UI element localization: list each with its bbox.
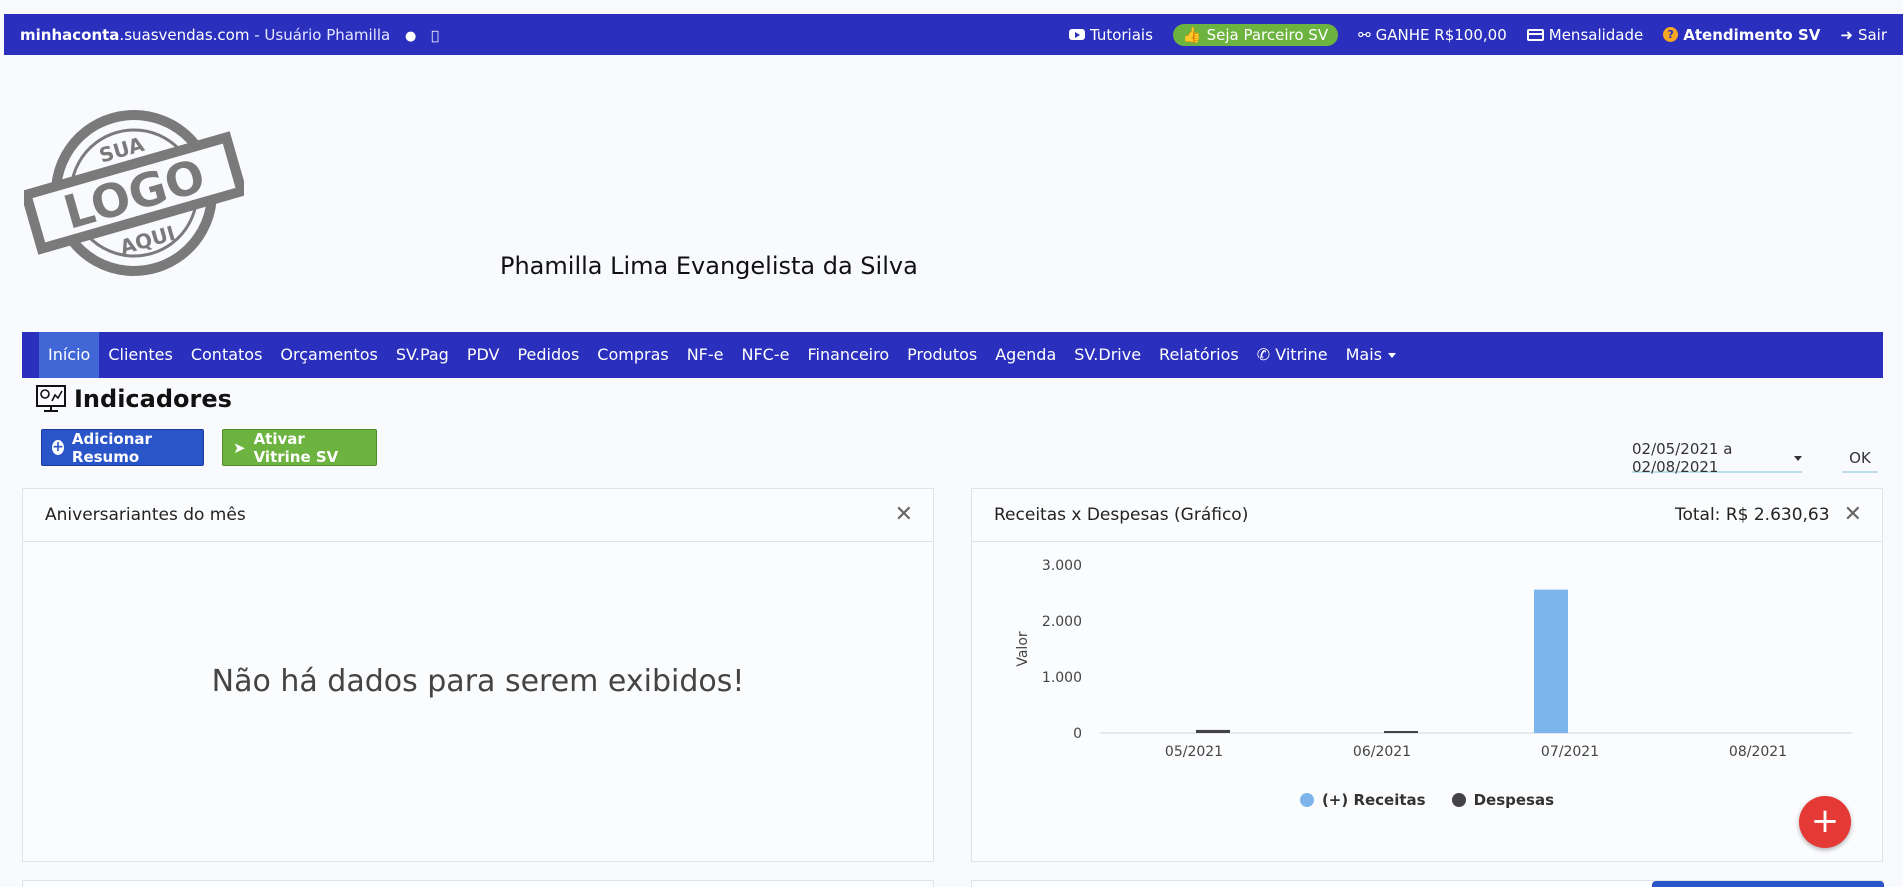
revenue-expense-panel: Receitas x Despesas (Gráfico) Total: R$ … (971, 488, 1883, 862)
panel-title: Aniversariantes do mês (45, 505, 246, 525)
legend-label: (+) Receitas (1321, 791, 1426, 809)
close-icon[interactable]: ✕ (1844, 504, 1862, 526)
revenue-expense-chart: 0 1.000 2.000 3.000 Valor 05/2021 06/2021 07/20… (1015, 558, 1852, 760)
brand: minhaconta.suasvendas.com - Usuário Pham… (20, 26, 439, 44)
company-logo: SUA LOGO AQUI (24, 110, 244, 276)
tutoriais-label: Tutoriais (1089, 25, 1153, 44)
nav-pedidos[interactable]: Pedidos (508, 332, 588, 378)
activate-vitrine-label: Ativar Vitrine SV (253, 429, 339, 466)
x-tick-label: 07/2021 (1541, 744, 1599, 760)
nav-svpag[interactable]: SV.Pag (387, 332, 458, 378)
credit-card-icon (1526, 28, 1544, 41)
chart-bar (1196, 729, 1230, 733)
x-tick-label: 06/2021 (1353, 744, 1411, 760)
plus-circle-icon: + (52, 439, 64, 455)
y-axis-label: Valor (1015, 631, 1031, 667)
x-tick-label: 08/2021 (1729, 744, 1787, 760)
nav-agenda[interactable]: Agenda (986, 332, 1065, 378)
x-tick-label: 05/2021 (1165, 744, 1223, 760)
panel-total: Total: R$ 2.630,63 (1674, 505, 1830, 525)
sair-link[interactable]: ➜ Sair (1840, 26, 1887, 44)
apple-icon[interactable]:  (431, 29, 439, 44)
caret-down-icon (1794, 455, 1802, 461)
birthdays-panel: Aniversariantes do mês ✕ Não há dados pa… (22, 488, 934, 862)
nav-mais-label: Mais (1345, 345, 1382, 364)
paper-plane-icon: ➤ (233, 438, 246, 457)
user-label: - Usuário Phamilla (249, 25, 391, 44)
question-icon: ? (1663, 27, 1679, 42)
nav-vitrine[interactable]: ✆ Vitrine (1248, 332, 1337, 378)
nav-nfe[interactable]: NF-e (678, 332, 733, 378)
y-tick-label: 1.000 (1042, 670, 1082, 686)
parceiro-label: Seja Parceiro SV (1206, 25, 1329, 44)
ganhe-label: GANHE R$100,00 (1375, 25, 1507, 44)
nav-clientes[interactable]: Clientes (99, 332, 182, 378)
floating-add-button[interactable]: + (1799, 796, 1851, 848)
logout-icon: ➜ (1840, 25, 1853, 44)
y-tick-label: 3.000 (1042, 558, 1082, 574)
empty-message: Não há dados para serem exibidos! (211, 664, 745, 699)
nav-mais[interactable]: Mais (1337, 332, 1405, 378)
nav-financeiro[interactable]: Financeiro (798, 332, 898, 378)
panel-header: Receitas x Despesas (Gráfico) Total: R$ … (972, 489, 1882, 542)
android-icon[interactable]: ● (405, 29, 416, 44)
close-icon[interactable]: ✕ (895, 504, 913, 526)
nav-inicio[interactable]: Início (39, 332, 100, 378)
date-range-value: 02/05/2021 a 02/08/2021 (1632, 440, 1733, 476)
atendimento-label: Atendimento SV (1683, 25, 1821, 44)
main-nav: Início Clientes Contatos Orçamentos SV.P… (22, 332, 1883, 378)
mensalidade-label: Mensalidade (1548, 25, 1644, 44)
tutoriais-link[interactable]: Tutoriais (1068, 25, 1153, 44)
owner-name: Phamilla Lima Evangelista da Silva (500, 252, 918, 280)
chart-bar (1534, 589, 1568, 733)
add-summary-label: Adicionar Resumo (71, 429, 152, 466)
nav-contatos[interactable]: Contatos (182, 332, 272, 378)
thumbs-up-icon: 👍 (1182, 25, 1202, 44)
date-range-picker[interactable]: 02/05/2021 a 02/08/2021 (1632, 440, 1802, 476)
caret-down-icon (1387, 353, 1396, 358)
sair-label: Sair (1857, 25, 1887, 44)
legend-dot (1299, 793, 1314, 807)
page-title-text: Indicadores (74, 385, 232, 413)
nav-vitrine-label: Vitrine (1275, 345, 1328, 364)
next-panel-edge (22, 880, 934, 887)
ganhe-link[interactable]: ⚯ GANHE R$100,00 (1358, 26, 1507, 44)
chart-bar (1384, 731, 1418, 733)
dashboard-monitor-icon (36, 385, 66, 412)
nav-pdv[interactable]: PDV (458, 332, 509, 378)
legend-item-receitas[interactable]: (+) Receitas (1299, 791, 1426, 809)
nav-svdrive[interactable]: SV.Drive (1065, 332, 1150, 378)
y-tick-label: 2.000 (1042, 614, 1082, 630)
youtube-icon (1068, 29, 1085, 40)
nav-nfce[interactable]: NFC-e (733, 332, 799, 378)
panel-header: Aniversariantes do mês ✕ (23, 489, 933, 542)
nav-compras[interactable]: Compras (588, 332, 677, 378)
atendimento-link[interactable]: ? Atendimento SV (1663, 26, 1820, 44)
legend-label: Despesas (1473, 791, 1555, 809)
next-panel-accent (1652, 881, 1884, 887)
nav-produtos[interactable]: Produtos (898, 332, 986, 378)
mensalidade-link[interactable]: Mensalidade (1526, 25, 1644, 44)
y-tick-label: 0 (1073, 726, 1082, 742)
parceiro-button[interactable]: 👍 Seja Parceiro SV (1172, 23, 1339, 46)
brand-name: minhaconta (20, 25, 120, 44)
brand-domain: .suasvendas.com (119, 25, 250, 44)
page-title: Indicadores (36, 385, 232, 413)
legend-dot (1451, 793, 1466, 807)
share-icon: ⚯ (1358, 25, 1371, 44)
nav-orcamentos[interactable]: Orçamentos (271, 332, 386, 378)
activate-vitrine-button[interactable]: ➤ Ativar Vitrine SV (222, 429, 377, 466)
chart-legend: (+) Receitas Despesas (972, 791, 1882, 809)
nav-relatorios[interactable]: Relatórios (1150, 332, 1248, 378)
add-summary-button[interactable]: + Adicionar Resumo (41, 429, 204, 466)
top-bar: minhaconta.suasvendas.com - Usuário Pham… (4, 14, 1903, 55)
legend-item-despesas[interactable]: Despesas (1451, 791, 1555, 809)
whatsapp-icon: ✆ (1256, 345, 1271, 364)
ok-button[interactable]: OK (1842, 445, 1878, 473)
panel-title: Receitas x Despesas (Gráfico) (994, 505, 1249, 525)
